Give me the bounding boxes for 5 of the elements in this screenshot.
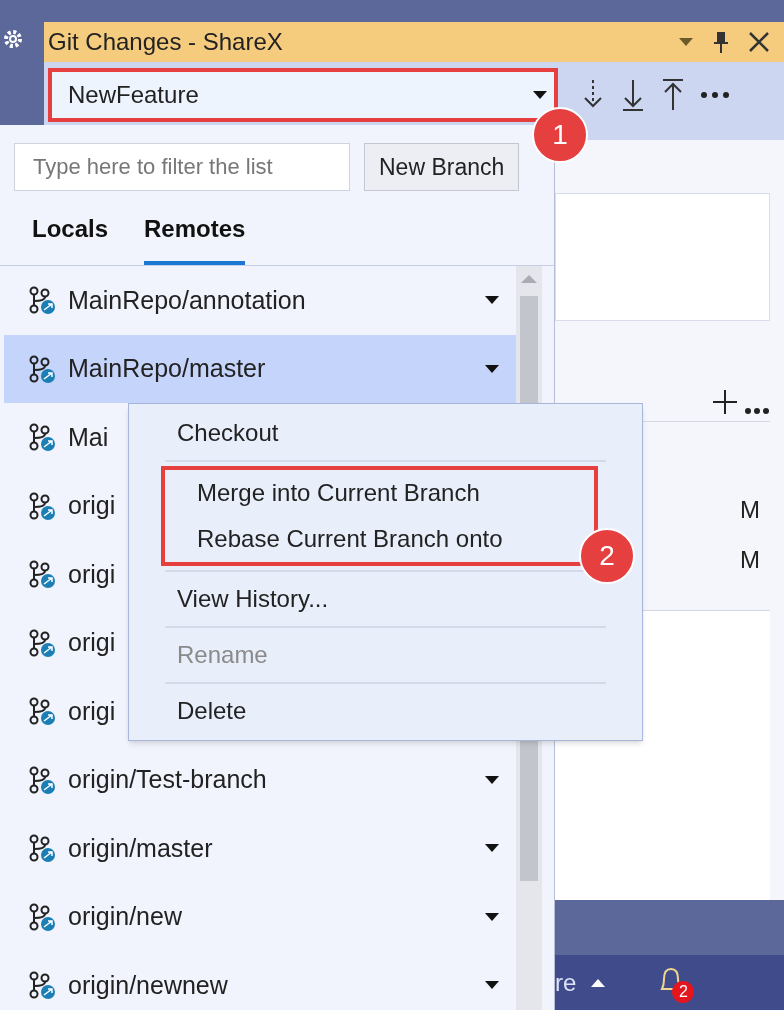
file-status: M [740, 495, 760, 525]
notification-count: 2 [672, 980, 695, 1003]
window-title: Git Changes - ShareX [48, 27, 284, 57]
status-text: re [555, 967, 577, 998]
file-status: M [740, 545, 760, 575]
